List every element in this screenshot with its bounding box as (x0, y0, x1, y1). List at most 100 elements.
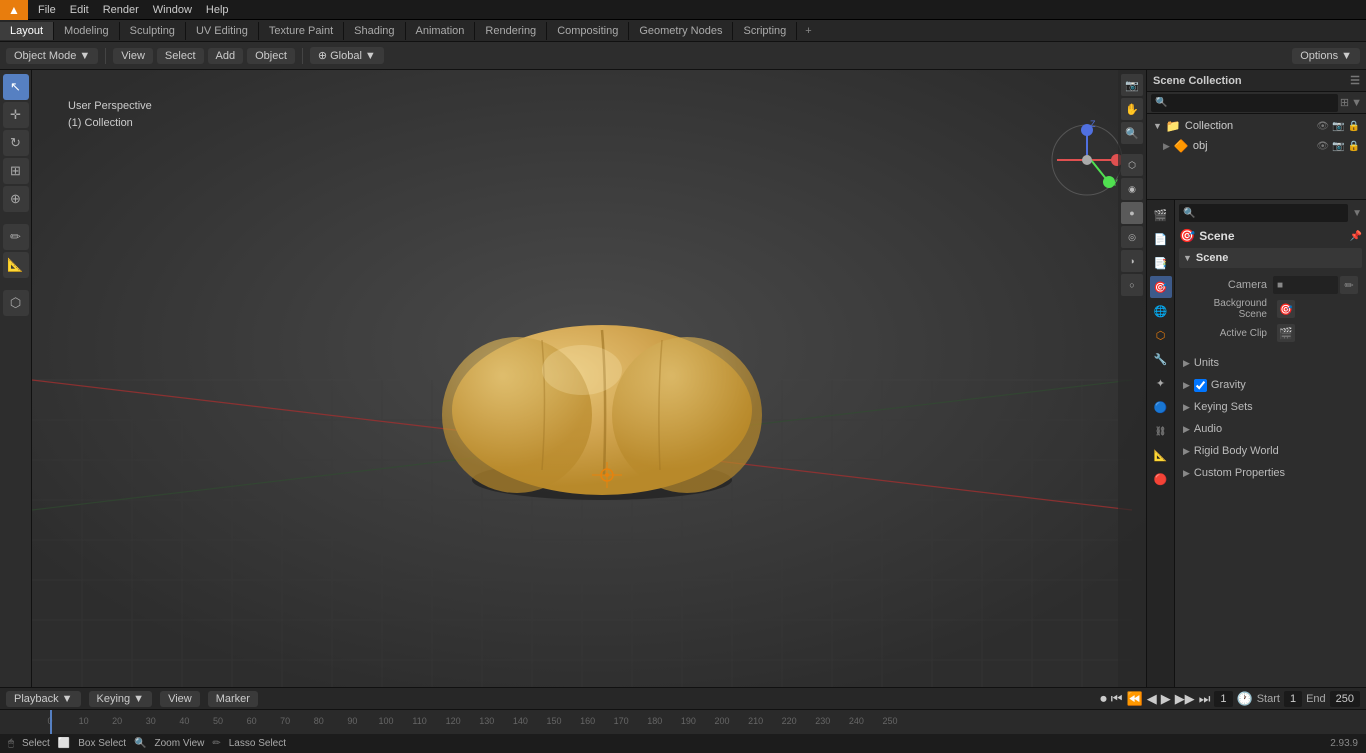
keying-menu[interactable]: Keying ▼ (89, 691, 153, 707)
step-fwd-frame-btn[interactable]: ▶▶ (1175, 691, 1195, 707)
props-pin-icon[interactable]: 📌 (1350, 231, 1362, 242)
props-search-input[interactable]: 🔍 (1179, 204, 1348, 222)
tool-transform[interactable]: ⊕ (3, 186, 29, 212)
tab-uv-editing[interactable]: UV Editing (186, 22, 259, 40)
props-search-options[interactable]: ▼ (1352, 208, 1362, 219)
tool-annotate[interactable]: ✏ (3, 224, 29, 250)
props-particles-icon[interactable]: ✦ (1150, 372, 1172, 394)
background-scene-icon[interactable]: 🎯 (1277, 300, 1295, 318)
props-world-icon[interactable]: 🌐 (1150, 300, 1172, 322)
tab-layout[interactable]: Layout (0, 22, 54, 40)
scene-section-header[interactable]: ▼ Scene (1179, 248, 1362, 268)
tab-texture-paint[interactable]: Texture Paint (259, 22, 344, 40)
tl-number-190: 190 (681, 716, 696, 726)
tool-add-cube[interactable]: ⬡ (3, 290, 29, 316)
collection-vis-icon[interactable]: 👁 (1316, 121, 1329, 132)
outliner-item-collection[interactable]: ▼ 📁 Collection 👁 📷 🔒 (1147, 116, 1366, 136)
menu-edit[interactable]: Edit (64, 2, 95, 18)
props-view-layer-icon[interactable]: 📑 (1150, 252, 1172, 274)
viewport-3d[interactable]: X Y Z User Perspective (1) Collection 📷 … (32, 70, 1146, 687)
jump-end-btn[interactable]: ⏭ (1199, 691, 1211, 707)
jump-start-btn[interactable]: ⏮ (1111, 691, 1123, 707)
tool-measure[interactable]: 📐 (3, 252, 29, 278)
tool-rotate[interactable]: ↻ (3, 130, 29, 156)
viewport-view-menu[interactable]: View (113, 48, 153, 64)
obj-lock-icon[interactable]: 🔒 (1348, 141, 1360, 152)
menu-window[interactable]: Window (147, 2, 198, 18)
audio-section[interactable]: ▶ Audio (1179, 419, 1362, 439)
view-solid-btn[interactable]: ● (1121, 202, 1143, 224)
tab-geometry-nodes[interactable]: Geometry Nodes (629, 22, 733, 40)
outliner-options-icon[interactable]: ⊞ (1340, 96, 1349, 109)
end-value[interactable]: 250 (1330, 691, 1360, 707)
tab-scripting[interactable]: Scripting (733, 22, 797, 40)
outliner-search[interactable] (1151, 94, 1338, 112)
start-value[interactable]: 1 (1284, 691, 1302, 707)
props-object-icon[interactable]: ⬡ (1150, 324, 1172, 346)
mode-selector[interactable]: Object Mode ▼ (6, 48, 98, 64)
view-render-btn[interactable]: ○ (1121, 274, 1143, 296)
outliner-filter-icon[interactable]: ☰ (1350, 74, 1360, 87)
view-menu[interactable]: View (160, 691, 200, 707)
outliner-filter-toggle[interactable]: ▼ (1351, 97, 1362, 109)
transform-global[interactable]: ⊕ Global ▼ (310, 47, 384, 64)
tab-shading[interactable]: Shading (344, 22, 405, 40)
menu-render[interactable]: Render (97, 2, 145, 18)
scene-section-chevron: ▼ (1183, 253, 1192, 263)
keying-sets-section[interactable]: ▶ Keying Sets (1179, 397, 1362, 417)
step-back-btn[interactable]: ⏪ (1127, 691, 1143, 707)
collection-lock-icon[interactable]: 🔒 (1348, 121, 1360, 132)
timeline-ruler[interactable]: 0102030405060708090100110120130140150160… (0, 710, 1366, 734)
tool-cursor[interactable]: ↖ (3, 74, 29, 100)
tab-sculpting[interactable]: Sculpting (120, 22, 186, 40)
view-hand-btn[interactable]: ✋ (1121, 98, 1143, 120)
props-modifier-icon[interactable]: 🔧 (1150, 348, 1172, 370)
units-section[interactable]: ▶ Units (1179, 353, 1362, 373)
view-zoom-btn[interactable]: 🔍 (1121, 122, 1143, 144)
tool-scale[interactable]: ⊞ (3, 158, 29, 184)
frame-current[interactable]: 1 (1214, 691, 1232, 707)
timeline-marker[interactable] (50, 710, 52, 734)
tab-modeling[interactable]: Modeling (54, 22, 120, 40)
gravity-checkbox[interactable] (1194, 379, 1207, 392)
menu-help[interactable]: Help (200, 2, 235, 18)
tab-animation[interactable]: Animation (406, 22, 476, 40)
props-render-icon[interactable]: 🎬 (1150, 204, 1172, 226)
view-wire-btn[interactable]: ◎ (1121, 226, 1143, 248)
gravity-section[interactable]: ▶ Gravity (1179, 375, 1362, 395)
props-constraints-icon[interactable]: ⛓ (1150, 420, 1172, 442)
custom-props-section[interactable]: ▶ Custom Properties (1179, 463, 1362, 483)
options-button[interactable]: Options ▼ (1292, 48, 1360, 64)
menu-file[interactable]: File (32, 2, 62, 18)
obj-vis-icon[interactable]: 👁 (1316, 141, 1329, 152)
camera-edit-icon[interactable]: ✏ (1340, 276, 1358, 294)
camera-value[interactable]: ■ (1273, 276, 1338, 294)
active-clip-icon[interactable]: 🎬 (1277, 324, 1295, 342)
obj-cam-icon[interactable]: 📷 (1332, 141, 1344, 152)
tab-add[interactable]: + (797, 22, 819, 40)
viewport-add-menu[interactable]: Add (208, 48, 244, 64)
view-local-btn[interactable]: ◉ (1121, 178, 1143, 200)
record-btn[interactable]: ⏺ (1100, 691, 1107, 707)
props-physics-icon[interactable]: 🔵 (1150, 396, 1172, 418)
view-camera-btn[interactable]: 📷 (1121, 74, 1143, 96)
tab-rendering[interactable]: Rendering (475, 22, 547, 40)
tool-move[interactable]: ✛ (3, 102, 29, 128)
playback-menu[interactable]: Playback ▼ (6, 691, 81, 707)
viewport-select-menu[interactable]: Select (157, 48, 204, 64)
props-output-icon[interactable]: 📄 (1150, 228, 1172, 250)
view-perspective-btn[interactable]: ⬡ (1121, 154, 1143, 176)
viewport-object-menu[interactable]: Object (247, 48, 295, 64)
view-material-btn[interactable]: ◑ (1121, 250, 1143, 272)
props-material-icon[interactable]: 🔴 (1150, 468, 1172, 490)
rigid-body-section[interactable]: ▶ Rigid Body World (1179, 441, 1362, 461)
collection-cam-icon[interactable]: 📷 (1332, 121, 1344, 132)
marker-menu[interactable]: Marker (208, 691, 258, 707)
props-data-icon[interactable]: 📐 (1150, 444, 1172, 466)
perspective-label: User Perspective (68, 98, 152, 115)
step-back-frame-btn[interactable]: ◀ (1147, 691, 1157, 707)
tab-compositing[interactable]: Compositing (547, 22, 629, 40)
outliner-item-obj[interactable]: ▶ 🔶 obj 👁 📷 🔒 (1147, 136, 1366, 156)
play-btn[interactable]: ▶ (1161, 691, 1171, 707)
props-scene-icon[interactable]: 🎯 (1150, 276, 1172, 298)
